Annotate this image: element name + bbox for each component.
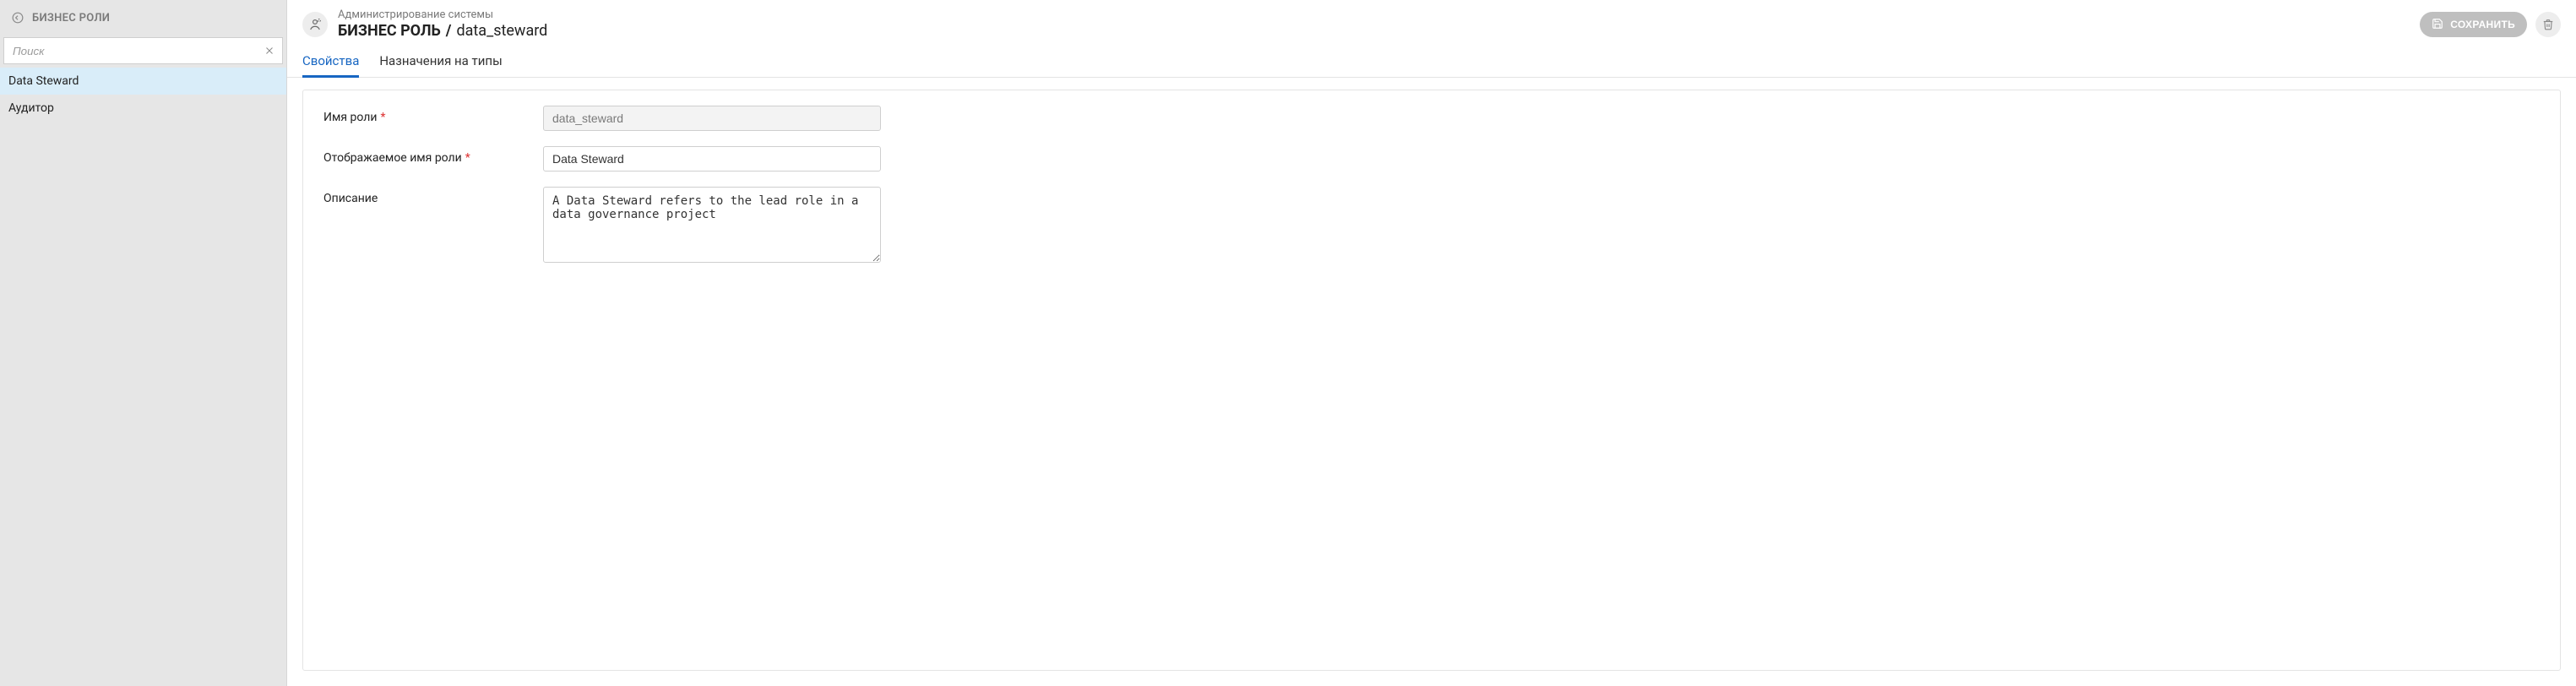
sidebar-header: БИЗНЕС РОЛИ [0, 0, 286, 34]
topbar: Администрирование системы БИЗНЕС РОЛЬ / … [287, 0, 2576, 41]
required-asterisk: * [465, 151, 470, 165]
trash-icon [2542, 19, 2554, 30]
display-name-label-text: Отображаемое имя роли [323, 151, 462, 165]
sidebar: БИЗНЕС РОЛИ Data Steward Аудитор [0, 0, 287, 686]
role-name-label-text: Имя роли [323, 111, 377, 124]
page-title-sub: data_steward [456, 22, 547, 41]
search-input[interactable] [3, 37, 283, 64]
list-item[interactable]: Data Steward [0, 68, 286, 95]
tabs: Свойства Назначения на типы [287, 41, 2576, 78]
role-icon [302, 12, 328, 37]
sidebar-title: БИЗНЕС РОЛИ [32, 12, 110, 24]
page-title-sep: / [446, 22, 452, 41]
page-title-bold: БИЗНЕС РОЛЬ [338, 22, 441, 41]
description-textarea[interactable] [543, 187, 881, 263]
required-asterisk: * [380, 111, 385, 124]
delete-button[interactable] [2535, 12, 2561, 37]
save-button[interactable]: СОХРАНИТЬ [2420, 12, 2527, 37]
main: Администрирование системы БИЗНЕС РОЛЬ / … [287, 0, 2576, 686]
top-actions: СОХРАНИТЬ [2420, 12, 2561, 37]
row-display-name: Отображаемое имя роли* [323, 146, 2540, 172]
properties-panel: Имя роли* Отображаемое имя роли* Описани… [302, 90, 2561, 671]
save-label: СОХРАНИТЬ [2450, 19, 2515, 30]
back-icon[interactable] [8, 8, 27, 27]
page-title: БИЗНЕС РОЛЬ / data_steward [338, 22, 2420, 41]
save-icon [2432, 18, 2443, 32]
role-list: Data Steward Аудитор [0, 68, 286, 122]
tab-properties[interactable]: Свойства [302, 48, 359, 77]
tab-assignments[interactable]: Назначения на типы [379, 48, 502, 77]
display-name-input[interactable] [543, 146, 881, 172]
row-role-name: Имя роли* [323, 106, 2540, 131]
search-wrap [3, 37, 283, 64]
breadcrumb: Администрирование системы [338, 8, 2420, 22]
display-name-label: Отображаемое имя роли* [323, 146, 543, 165]
list-item[interactable]: Аудитор [0, 95, 286, 122]
role-name-input [543, 106, 881, 131]
description-label: Описание [323, 187, 543, 205]
title-block: Администрирование системы БИЗНЕС РОЛЬ / … [338, 8, 2420, 41]
clear-icon[interactable] [261, 42, 278, 59]
row-description: Описание [323, 187, 2540, 266]
role-name-label: Имя роли* [323, 106, 543, 124]
